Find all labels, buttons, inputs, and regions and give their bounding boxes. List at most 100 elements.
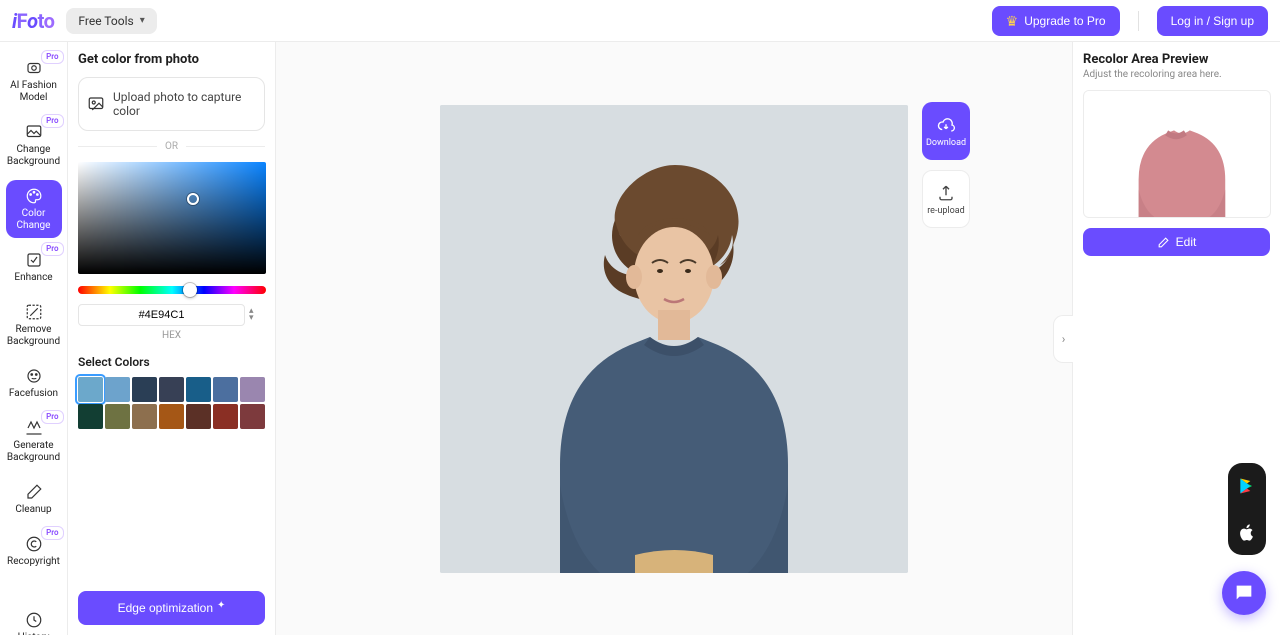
- edge-optimization-button[interactable]: Edge optimization ✦: [78, 591, 265, 625]
- nav-label: Color Change: [8, 208, 60, 232]
- upload-photo-button[interactable]: Upload photo to capture color: [78, 77, 265, 131]
- color-panel: Get color from photo Upload photo to cap…: [68, 42, 276, 635]
- color-swatch[interactable]: [78, 377, 103, 402]
- color-swatch[interactable]: [240, 377, 265, 402]
- download-button[interactable]: Download: [922, 102, 970, 160]
- reupload-label: re-upload: [927, 206, 965, 216]
- crown-icon: ♛: [1006, 14, 1019, 28]
- color-swatch[interactable]: [186, 377, 211, 402]
- palette-icon: [24, 186, 44, 206]
- nav-recopyright[interactable]: Pro Recopyright: [6, 528, 62, 574]
- upgrade-button[interactable]: ♛ Upgrade to Pro: [992, 6, 1120, 36]
- clock-icon: [24, 610, 44, 630]
- nav-label: Change Background: [7, 144, 60, 168]
- hex-label: HEX: [78, 330, 265, 341]
- pro-badge: Pro: [41, 410, 63, 424]
- upload-label: Upload photo to capture color: [113, 90, 256, 118]
- panel-title: Get color from photo: [78, 52, 265, 67]
- nav-color-change[interactable]: Color Change: [6, 180, 62, 238]
- color-swatch[interactable]: [105, 377, 130, 402]
- edit-button[interactable]: Edit: [1083, 228, 1270, 256]
- nav-label: AI Fashion Model: [8, 80, 60, 104]
- upload-icon: [937, 184, 955, 202]
- eraser-icon: [24, 482, 44, 502]
- login-label: Log in / Sign up: [1171, 14, 1254, 28]
- nav-enhance[interactable]: Pro Enhance: [6, 244, 62, 290]
- top-header: iFoto Free Tools ▾ ♛ Upgrade to Pro Log …: [0, 0, 1280, 42]
- or-divider: OR: [78, 141, 265, 152]
- app-links-rail: [1228, 463, 1266, 555]
- pencil-icon: [1157, 236, 1170, 249]
- color-swatch[interactable]: [105, 404, 130, 429]
- generate-icon: [24, 418, 44, 438]
- nav-label: Recopyright: [7, 556, 60, 568]
- google-play-link[interactable]: [1228, 463, 1266, 509]
- background-icon: [24, 122, 44, 142]
- free-tools-label: Free Tools: [78, 14, 133, 28]
- canvas-area: Download re-upload ›: [276, 42, 1072, 635]
- expand-preview-button[interactable]: ›: [1053, 315, 1073, 363]
- pro-badge: Pro: [41, 114, 63, 128]
- chevron-right-icon: ›: [1062, 332, 1066, 346]
- nav-generate-background[interactable]: Pro Generate Background: [6, 412, 62, 470]
- preview-title: Recolor Area Preview: [1083, 52, 1270, 67]
- canvas-actions: Download re-upload: [922, 102, 970, 228]
- pro-badge: Pro: [41, 50, 63, 64]
- picker-thumb[interactable]: [187, 193, 199, 205]
- chat-fab[interactable]: [1222, 571, 1266, 615]
- chevron-down-icon: ▾: [140, 15, 145, 26]
- nav-history[interactable]: History: [6, 604, 62, 635]
- divider: [1138, 11, 1139, 31]
- color-swatch[interactable]: [186, 404, 211, 429]
- nav-label: Enhance: [14, 272, 52, 284]
- main-photo[interactable]: [440, 105, 908, 573]
- color-swatch[interactable]: [159, 377, 184, 402]
- hex-input[interactable]: [78, 304, 245, 326]
- upgrade-label: Upgrade to Pro: [1024, 14, 1105, 28]
- copyright-icon: [24, 534, 44, 554]
- pro-badge: Pro: [41, 242, 63, 256]
- color-swatch[interactable]: [132, 377, 157, 402]
- color-swatch[interactable]: [78, 404, 103, 429]
- scissors-icon: [24, 302, 44, 322]
- nav-facefusion[interactable]: Facefusion: [6, 360, 62, 406]
- cloud-download-icon: [937, 116, 955, 134]
- swatch-grid: [78, 377, 265, 429]
- color-swatch[interactable]: [240, 404, 265, 429]
- download-label: Download: [926, 138, 966, 148]
- hue-slider[interactable]: [78, 286, 266, 294]
- reupload-button[interactable]: re-upload: [922, 170, 970, 228]
- edit-label: Edit: [1176, 235, 1197, 249]
- nav-label: Generate Background: [7, 440, 60, 464]
- logo[interactable]: iFoto: [12, 9, 54, 33]
- select-colors-title: Select Colors: [78, 355, 265, 369]
- free-tools-dropdown[interactable]: Free Tools ▾: [66, 8, 156, 34]
- edge-label: Edge optimization: [118, 601, 213, 615]
- face-icon: [24, 366, 44, 386]
- color-swatch[interactable]: [213, 377, 238, 402]
- or-label: OR: [165, 141, 178, 152]
- preview-subtitle: Adjust the recoloring area here.: [1083, 69, 1270, 80]
- nav-ai-fashion-model[interactable]: Pro AI Fashion Model: [6, 52, 62, 110]
- image-upload-icon: [87, 95, 105, 113]
- pro-badge: Pro: [41, 526, 63, 540]
- vertical-nav: Pro AI Fashion Model Pro Change Backgrou…: [0, 42, 68, 635]
- color-swatch[interactable]: [213, 404, 238, 429]
- nav-label: Facefusion: [9, 388, 58, 400]
- hue-thumb[interactable]: [183, 283, 197, 297]
- app-store-link[interactable]: [1228, 509, 1266, 555]
- nav-change-background[interactable]: Pro Change Background: [6, 116, 62, 174]
- preview-thumbnail[interactable]: [1083, 90, 1271, 218]
- login-button[interactable]: Log in / Sign up: [1157, 6, 1268, 36]
- nav-cleanup[interactable]: Cleanup: [6, 476, 62, 522]
- nav-label: Remove Background: [7, 324, 60, 348]
- enhance-icon: [24, 250, 44, 270]
- nav-label: Cleanup: [15, 504, 51, 516]
- chat-icon: [1233, 582, 1255, 604]
- sparkle-icon: ✦: [217, 600, 225, 611]
- color-swatch[interactable]: [159, 404, 184, 429]
- color-swatch[interactable]: [132, 404, 157, 429]
- nav-remove-background[interactable]: Remove Background: [6, 296, 62, 354]
- color-area-picker[interactable]: [78, 162, 266, 274]
- hex-stepper[interactable]: ▴▾: [249, 304, 265, 326]
